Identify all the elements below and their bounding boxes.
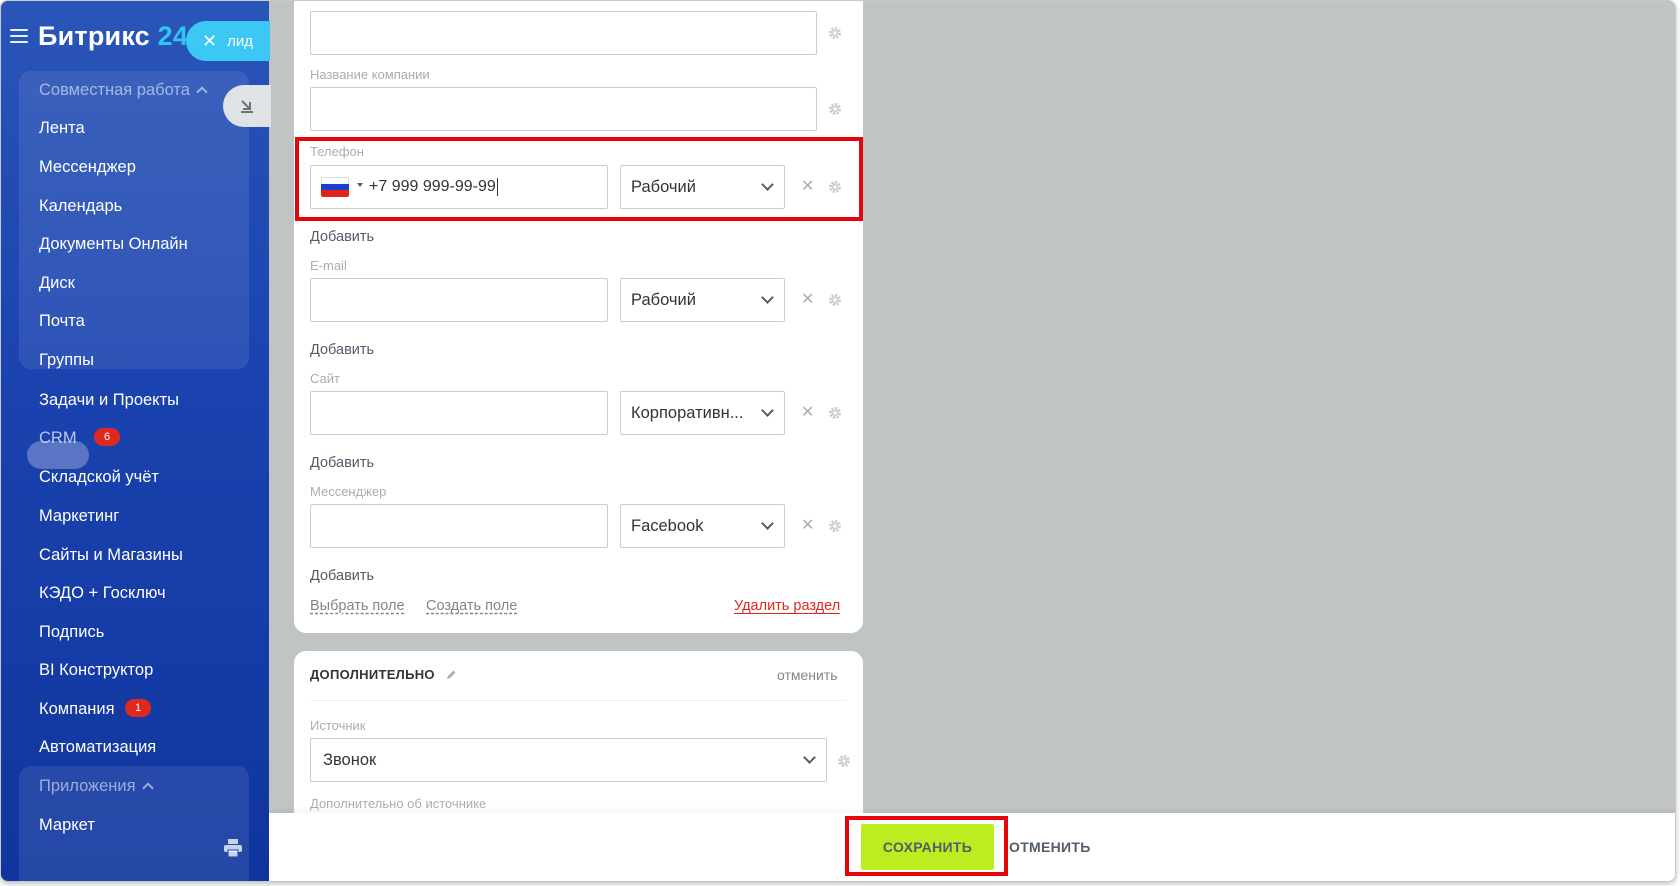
cancel-button[interactable]: ОТМЕНИТЬ — [1009, 839, 1091, 855]
sidebar-item-automation[interactable]: Автоматизация — [39, 738, 156, 757]
email-type-select[interactable]: Рабочий — [620, 278, 785, 322]
chevron-down-icon — [761, 517, 774, 530]
sidebar: Битрикс 24 Совместная работа Лента Мессе… — [1, 1, 269, 881]
remove-messenger-icon[interactable]: ✕ — [801, 518, 814, 534]
gear-icon[interactable] — [828, 26, 842, 40]
sidebar-item-kedo[interactable]: КЭДО + Госключ — [39, 584, 166, 603]
sidebar-item-groups[interactable]: Группы — [39, 351, 94, 370]
sidebar-item-sign[interactable]: Подпись — [39, 623, 104, 642]
messenger-input[interactable] — [310, 504, 608, 548]
section-title: дополнительно — [310, 667, 457, 682]
sidebar-item-disk[interactable]: Диск — [39, 274, 75, 293]
gear-icon[interactable] — [828, 102, 842, 116]
close-lead-button[interactable]: ✕ лид — [186, 21, 270, 61]
pencil-icon[interactable] — [445, 669, 457, 681]
chevron-down-icon — [803, 751, 816, 764]
sidebar-item-sites[interactable]: Сайты и Магазины — [39, 546, 183, 565]
divider — [310, 700, 846, 701]
sidebar-item-marketing[interactable]: Маркетинг — [39, 507, 119, 526]
gear-icon[interactable] — [828, 293, 842, 307]
add-messenger-link[interactable]: Добавить — [310, 568, 374, 584]
sidebar-item-tasks[interactable]: Задачи и Проекты — [39, 391, 179, 410]
sidebar-item-feed[interactable]: Лента — [39, 119, 85, 138]
gear-icon[interactable] — [828, 519, 842, 533]
sidebar-item-mail[interactable]: Почта — [39, 312, 85, 331]
minimize-slider-button[interactable] — [223, 85, 271, 127]
sidebar-item-warehouse[interactable]: Складской учёт — [39, 468, 159, 487]
app-window: Битрикс 24 Совместная работа Лента Мессе… — [0, 0, 1676, 882]
position-input[interactable] — [310, 11, 817, 55]
apps-group-header[interactable]: Приложения — [39, 777, 154, 796]
chevron-up-icon — [141, 782, 154, 794]
remove-email-icon[interactable]: ✕ — [801, 292, 814, 308]
company-name-label: Название компании — [310, 67, 430, 82]
source-label: Источник — [310, 718, 366, 733]
gear-icon[interactable] — [837, 754, 851, 768]
minimize-icon — [241, 100, 253, 113]
close-icon: ✕ — [202, 31, 218, 51]
add-site-link[interactable]: Добавить — [310, 455, 374, 471]
collab-group-header[interactable]: Совместная работа — [39, 81, 208, 100]
chevron-down-icon — [761, 291, 774, 304]
phone-highlight-frame — [295, 137, 863, 221]
source-select[interactable]: Звонок — [310, 738, 827, 782]
sidebar-item-docs[interactable]: Документы Онлайн — [39, 235, 188, 254]
add-email-link[interactable]: Добавить — [310, 342, 374, 358]
messenger-type-select[interactable]: Facebook — [620, 504, 785, 548]
printer-icon[interactable] — [223, 839, 243, 857]
email-label: E-mail — [310, 258, 347, 273]
site-label: Сайт — [310, 371, 340, 386]
sidebar-item-market[interactable]: Маркет — [39, 816, 95, 835]
source-extra-label: Дополнительно об источнике — [310, 796, 487, 811]
sidebar-item-company[interactable]: Компания — [39, 700, 115, 719]
email-input[interactable] — [310, 278, 608, 322]
remove-site-icon[interactable]: ✕ — [801, 405, 814, 421]
add-phone-link[interactable]: Добавить — [310, 229, 374, 245]
delete-section-link[interactable]: Удалить раздел — [734, 598, 840, 614]
logo[interactable]: Битрикс 24 — [38, 21, 188, 52]
messenger-label: Мессенджер — [310, 484, 387, 499]
chevron-up-icon — [196, 86, 208, 98]
site-input[interactable] — [310, 391, 608, 435]
company-badge: 1 — [125, 699, 151, 717]
choose-field-link[interactable]: Выбрать поле — [310, 598, 405, 614]
gear-icon[interactable] — [828, 406, 842, 420]
menu-icon[interactable] — [10, 29, 28, 43]
crm-badge: 6 — [94, 428, 120, 446]
sidebar-item-bi[interactable]: BI Конструктор — [39, 661, 153, 680]
create-field-link[interactable]: Создать поле — [426, 598, 517, 614]
cancel-section-link[interactable]: отменить — [777, 667, 838, 683]
sidebar-item-crm[interactable]: CRM — [39, 429, 77, 448]
site-type-select[interactable]: Корпоративн... — [620, 391, 785, 435]
save-highlight-frame — [845, 816, 1008, 876]
company-name-input[interactable] — [310, 87, 817, 131]
chevron-down-icon — [761, 404, 774, 417]
sidebar-item-calendar[interactable]: Календарь — [39, 197, 122, 216]
sidebar-item-messenger[interactable]: Мессенджер — [39, 158, 136, 177]
